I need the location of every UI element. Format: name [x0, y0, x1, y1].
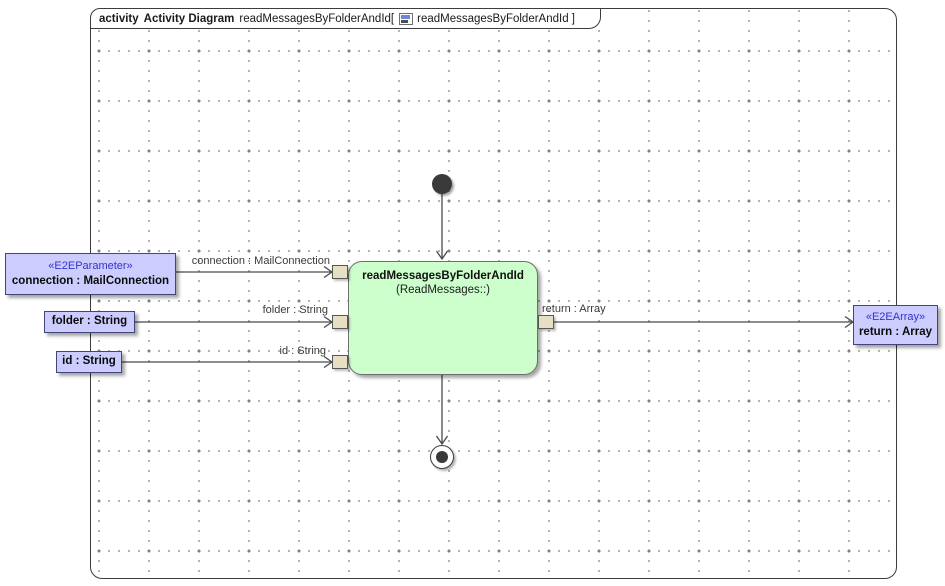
frame-diagram-ref: readMessagesByFolderAndId ] — [417, 13, 575, 25]
activity-diagram-icon — [399, 13, 413, 25]
frame-diagram-name: readMessagesByFolderAndId[ — [239, 13, 394, 25]
parameter-node-id[interactable]: id : String — [56, 351, 122, 373]
parameter-stereotype: «E2EArray» — [866, 310, 925, 325]
final-node-core — [436, 451, 448, 463]
frame-title-tab[interactable]: activity Activity Diagram readMessagesBy… — [90, 8, 601, 29]
parameter-node-return[interactable]: «E2EArray» return : Array — [853, 305, 938, 345]
input-pin-id[interactable] — [332, 355, 348, 369]
edge-label-id[interactable]: id : String — [280, 345, 326, 357]
icon-dark-bar — [401, 20, 408, 23]
activity-name: readMessagesByFolderAndId — [349, 270, 537, 282]
final-node[interactable] — [430, 445, 454, 469]
parameter-name: return : Array — [859, 325, 932, 341]
activity-call-node[interactable]: readMessagesByFolderAndId (ReadMessages:… — [348, 261, 538, 375]
diagram-canvas: activity Activity Diagram readMessagesBy… — [0, 0, 945, 586]
frame-keyword: activity — [99, 13, 139, 25]
input-pin-connection[interactable] — [332, 265, 348, 279]
input-pin-folder[interactable] — [332, 315, 348, 329]
edge-label-return[interactable]: return : Array — [542, 303, 606, 315]
icon-blue-bar — [401, 15, 410, 19]
parameter-name: folder : String — [52, 314, 127, 330]
parameter-node-connection[interactable]: «E2EParameter» connection : MailConnecti… — [5, 253, 176, 295]
output-pin-return[interactable] — [538, 315, 554, 329]
initial-node[interactable] — [432, 174, 452, 194]
parameter-node-folder[interactable]: folder : String — [44, 311, 135, 333]
edge-label-connection[interactable]: connection : MailConnection — [192, 255, 330, 267]
parameter-name: id : String — [62, 354, 116, 370]
parameter-stereotype: «E2EParameter» — [48, 259, 132, 274]
parameter-name: connection : MailConnection — [12, 274, 169, 290]
edge-label-folder[interactable]: folder : String — [263, 304, 328, 316]
activity-qualifier: (ReadMessages::) — [349, 284, 537, 296]
frame-diagram-kind: Activity Diagram — [144, 13, 235, 25]
